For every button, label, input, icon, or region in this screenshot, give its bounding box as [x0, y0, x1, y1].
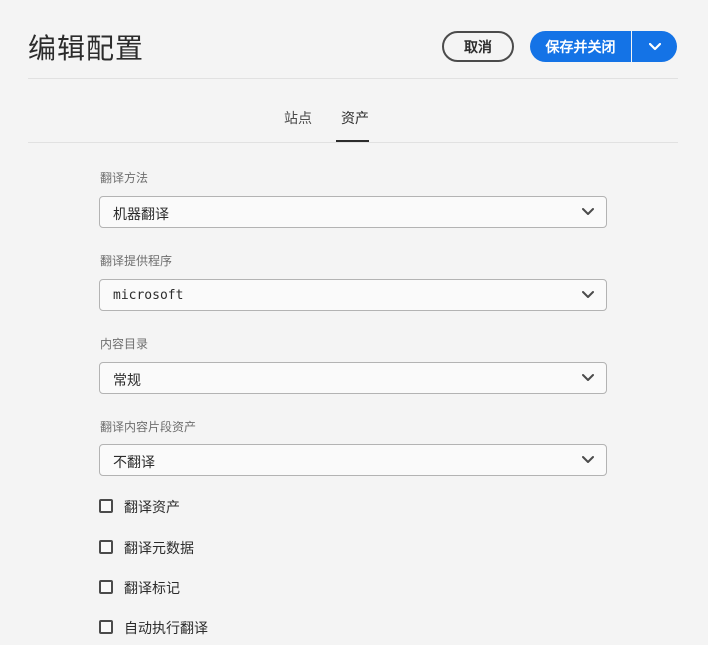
translation-provider-select[interactable]: microsoft: [99, 279, 607, 311]
save-options-dropdown-button[interactable]: [632, 31, 677, 62]
tab-selected-indicator: [336, 140, 369, 142]
chevron-down-icon: [648, 42, 661, 50]
content-fragment-assets-label: 翻译内容片段资产: [100, 420, 197, 434]
translation-method-value: 机器翻译: [113, 207, 169, 223]
translation-provider-label: 翻译提供程序: [100, 254, 173, 268]
content-fragment-assets-value: 不翻译: [113, 455, 155, 471]
cancel-button[interactable]: 取消: [442, 31, 514, 62]
checkbox-box[interactable]: [99, 620, 113, 634]
checkbox-box[interactable]: [99, 499, 113, 513]
tab-sites[interactable]: 站点: [284, 108, 312, 128]
tab-bar: 站点 资产: [28, 100, 678, 143]
content-catalog-label: 内容目录: [100, 337, 149, 351]
content-catalog-select[interactable]: 常规: [99, 362, 607, 394]
tab-assets[interactable]: 资产: [341, 108, 369, 128]
page-title: 编辑配置: [28, 32, 145, 65]
checkbox-label: 自动执行翻译: [124, 621, 208, 637]
checkbox-box[interactable]: [99, 540, 113, 554]
chevron-down-icon: [582, 208, 594, 215]
checkbox-box[interactable]: [99, 580, 113, 594]
chevron-down-icon: [582, 374, 594, 381]
header: 编辑配置 取消 保存并关闭: [28, 0, 678, 79]
checkbox-label: 翻译元数据: [124, 541, 194, 557]
chevron-down-icon: [582, 291, 594, 298]
translation-method-select[interactable]: 机器翻译: [99, 196, 607, 228]
content-catalog-value: 常规: [113, 373, 141, 389]
save-and-close-button[interactable]: 保存并关闭: [530, 31, 631, 62]
checkbox-label: 翻译标记: [124, 581, 180, 597]
content-fragment-assets-select[interactable]: 不翻译: [99, 444, 607, 476]
translation-method-label: 翻译方法: [100, 171, 149, 185]
chevron-down-icon: [582, 456, 594, 463]
translation-provider-value: microsoft: [113, 288, 184, 303]
checkbox-label: 翻译资产: [124, 500, 180, 516]
